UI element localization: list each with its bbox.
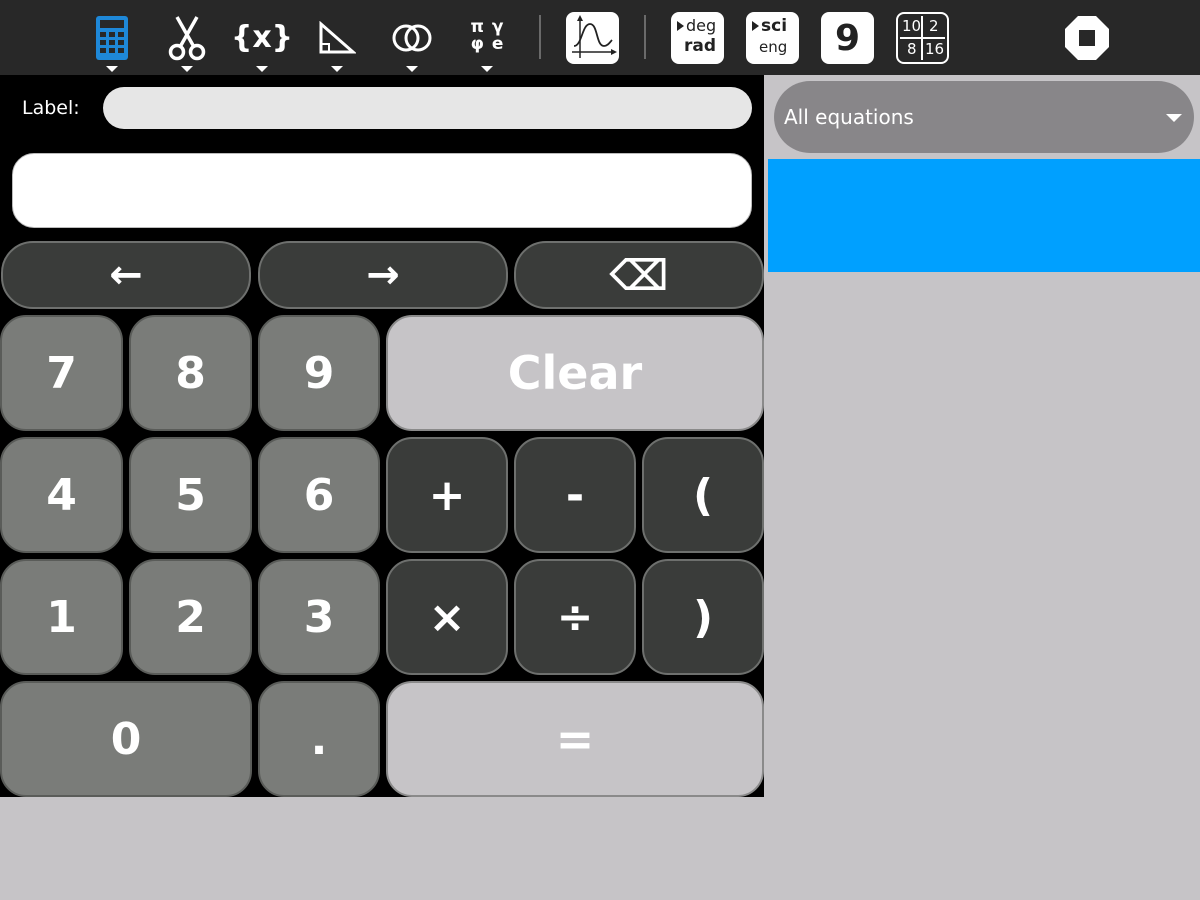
precision-button[interactable]: 9 — [821, 12, 874, 64]
toolbar: {x} π γ φ e deg rad sci eng 9 10 2 8 16 — [0, 0, 1200, 75]
toggle-arrow-icon — [677, 21, 684, 31]
plus-button[interactable]: + — [386, 437, 508, 553]
intersecting-circles-icon — [392, 24, 432, 51]
trigonometry-menu-button[interactable] — [316, 0, 358, 75]
right-triangle-icon — [319, 20, 356, 53]
equations-filter-dropdown[interactable]: All equations — [774, 81, 1194, 153]
open-paren-button[interactable]: ( — [642, 437, 764, 553]
base-8-label: 8 — [907, 40, 917, 58]
digit-9-button[interactable]: 9 — [258, 315, 380, 431]
digit-4-button[interactable]: 4 — [0, 437, 123, 553]
digit-2-button[interactable]: 2 — [129, 559, 252, 675]
cursor-left-button[interactable]: ← — [1, 241, 251, 309]
cursor-right-button[interactable]: → — [258, 241, 508, 309]
calculator-menu-button[interactable] — [92, 0, 132, 75]
stop-icon — [1065, 15, 1109, 60]
rad-label: rad — [684, 36, 717, 56]
minus-button[interactable]: - — [514, 437, 636, 553]
constants-icon: π γ φ e — [470, 16, 504, 54]
variables-menu-button[interactable]: {x} — [231, 0, 293, 75]
dropdown-arrow-icon — [106, 66, 118, 72]
constants-menu-button[interactable]: π γ φ e — [464, 0, 510, 75]
dropdown-arrow-icon — [256, 66, 268, 72]
variables-icon: {x} — [230, 20, 294, 55]
base-divider — [900, 37, 945, 39]
clear-button[interactable]: Clear — [386, 315, 764, 431]
notation-button[interactable]: sci eng — [746, 12, 799, 64]
equals-button[interactable]: = — [386, 681, 764, 797]
eng-label: eng — [759, 38, 788, 56]
label-input[interactable] — [103, 87, 752, 129]
sci-label: sci — [761, 16, 788, 36]
graph-icon — [572, 15, 617, 58]
calculator-panel: Label: ← → ⌫ 7 8 9 4 5 6 1 2 3 0 . Clear… — [0, 75, 764, 797]
scissors-icon — [168, 15, 206, 60]
base-2-label: 2 — [929, 17, 939, 35]
equations-filter-value: All equations — [784, 105, 914, 129]
number-base-button[interactable]: 10 2 8 16 — [896, 12, 949, 64]
backspace-button[interactable]: ⌫ — [514, 241, 764, 309]
dropdown-arrow-icon — [481, 66, 493, 72]
toggle-arrow-icon — [752, 21, 759, 31]
label-caption: Label: — [22, 97, 80, 119]
base-10-label: 10 — [902, 17, 922, 35]
digit-5-button[interactable]: 5 — [129, 437, 252, 553]
divide-button[interactable]: ÷ — [514, 559, 636, 675]
digit-8-button[interactable]: 8 — [129, 315, 252, 431]
close-paren-button[interactable]: ) — [642, 559, 764, 675]
digit-0-button[interactable]: 0 — [0, 681, 252, 797]
deg-label: deg — [686, 16, 717, 35]
chevron-down-icon — [1166, 114, 1182, 122]
calculator-icon — [96, 15, 128, 60]
edit-menu-button[interactable] — [165, 0, 209, 75]
toolbar-separator — [644, 15, 646, 59]
digit-1-button[interactable]: 1 — [0, 559, 123, 675]
expression-input[interactable] — [12, 153, 752, 228]
dropdown-arrow-icon — [331, 66, 343, 72]
precision-label: 9 — [834, 17, 861, 59]
toolbar-separator — [539, 15, 541, 59]
sets-menu-button[interactable] — [390, 0, 434, 75]
stop-button[interactable] — [1062, 0, 1112, 75]
equations-panel: All equations — [764, 75, 1200, 900]
digit-6-button[interactable]: 6 — [258, 437, 380, 553]
decimal-point-button[interactable]: . — [258, 681, 380, 797]
dropdown-arrow-icon — [406, 66, 418, 72]
equation-list-item-selected[interactable] — [768, 159, 1200, 272]
multiply-button[interactable]: × — [386, 559, 508, 675]
digit-3-button[interactable]: 3 — [258, 559, 380, 675]
dropdown-arrow-icon — [181, 66, 193, 72]
plot-button[interactable] — [566, 12, 619, 64]
angle-unit-button[interactable]: deg rad — [671, 12, 724, 64]
base-16-label: 16 — [925, 40, 945, 58]
digit-7-button[interactable]: 7 — [0, 315, 123, 431]
